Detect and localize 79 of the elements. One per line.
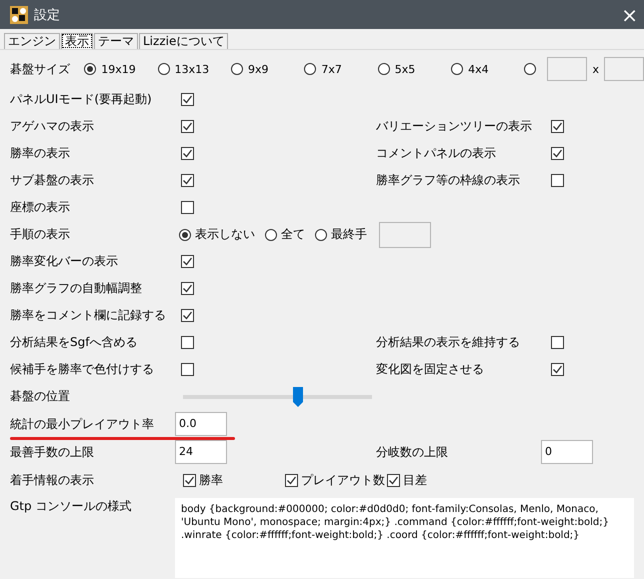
input-field[interactable] bbox=[379, 222, 431, 248]
checkbox[interactable] bbox=[551, 147, 564, 160]
checkbox[interactable] bbox=[551, 363, 564, 376]
setting-label: 勝率の表示 bbox=[10, 145, 70, 162]
option-label: 最終手 bbox=[331, 226, 367, 243]
option-label: 4x4 bbox=[468, 62, 489, 76]
checkbox[interactable] bbox=[181, 120, 194, 133]
checkbox[interactable] bbox=[551, 120, 564, 133]
input-field[interactable]: 0 bbox=[541, 440, 593, 464]
option-label: 5x5 bbox=[394, 62, 416, 76]
setting-label: 勝率グラフ等の枠線の表示 bbox=[376, 172, 520, 189]
close-button[interactable]: × bbox=[621, 4, 638, 24]
checkbox[interactable] bbox=[181, 201, 194, 214]
radio-button[interactable] bbox=[378, 63, 390, 75]
setting-label: アゲハマの表示 bbox=[10, 118, 94, 135]
checkbox[interactable] bbox=[183, 474, 196, 486]
input-field[interactable]: 0.0 bbox=[175, 412, 227, 436]
checkbox[interactable] bbox=[551, 174, 564, 187]
setting-label: 分析結果をSgfへ含める bbox=[10, 334, 138, 351]
option-label: 全て bbox=[281, 226, 305, 243]
tab[interactable]: Lizzieについて bbox=[139, 33, 228, 49]
setting-label: 統計の最小プレイアウト率 bbox=[10, 416, 154, 432]
checkbox[interactable] bbox=[181, 363, 194, 376]
text-area[interactable]: body {background:#000000; color:#d0d0d0; font-family:Consolas, Menlo, Monaco, 'Ubuntu Mono', monospace; margin:4px;} .command {color:#ffffff;font-weight:bold;} .winrate {color:#ffffff;font-weight:bold;} .coord {color:#ffffff;font-weight:bold;} bbox=[175, 498, 634, 578]
radio-button[interactable] bbox=[524, 63, 536, 75]
setting-label: サブ碁盤の表示 bbox=[10, 172, 94, 189]
setting-label: Gtp コンソールの様式 bbox=[10, 498, 132, 515]
checkbox[interactable] bbox=[181, 255, 194, 268]
tab[interactable]: エンジン bbox=[4, 33, 60, 49]
setting-label: 碁盤サイズ bbox=[10, 60, 71, 78]
radio-button[interactable] bbox=[451, 63, 464, 75]
setting-label: 最善手数の上限 bbox=[10, 444, 94, 460]
checkbox[interactable] bbox=[181, 93, 194, 106]
setting-label: 勝率変化バーの表示 bbox=[10, 253, 118, 270]
setting-label: 着手情報の表示 bbox=[10, 472, 94, 488]
setting-label: バリエーションツリーの表示 bbox=[376, 118, 532, 135]
size-field[interactable] bbox=[604, 57, 644, 81]
checkbox[interactable] bbox=[181, 147, 194, 160]
tab[interactable]: 表示 bbox=[61, 33, 93, 49]
app-icon bbox=[10, 6, 28, 24]
setting-label: 勝率グラフの自動幅調整 bbox=[10, 280, 142, 297]
setting-label: 分岐数の上限 bbox=[376, 444, 448, 460]
option-label: 19x19 bbox=[101, 62, 136, 76]
option-label: 表示しない bbox=[195, 226, 255, 243]
option-label: 9x9 bbox=[248, 62, 268, 76]
option-label: 7x7 bbox=[321, 62, 342, 76]
checkbox[interactable] bbox=[181, 309, 194, 322]
checkbox[interactable] bbox=[181, 174, 194, 187]
checkbox[interactable] bbox=[181, 282, 194, 295]
option-label: 目差 bbox=[403, 472, 427, 488]
tab[interactable]: テーマ bbox=[94, 33, 138, 49]
setting-label: 候補手を勝率で色付けする bbox=[10, 361, 154, 378]
radio-button[interactable] bbox=[304, 63, 316, 75]
radio-button[interactable] bbox=[265, 228, 277, 240]
size-field[interactable] bbox=[547, 57, 588, 81]
separator-label: x bbox=[592, 62, 599, 76]
input-field[interactable]: 24 bbox=[175, 440, 227, 464]
setting-label: 変化図を固定させる bbox=[376, 361, 484, 378]
setting-label: 碁盤の位置 bbox=[10, 388, 70, 405]
option-label: 13x13 bbox=[174, 62, 210, 76]
radio-button[interactable] bbox=[179, 228, 191, 240]
checkbox[interactable] bbox=[551, 336, 564, 349]
radio-button[interactable] bbox=[84, 63, 96, 75]
setting-label: パネルUIモード(要再起動) bbox=[10, 91, 152, 108]
setting-label: 分析結果の表示を維持する bbox=[376, 334, 520, 351]
setting-label: コメントパネルの表示 bbox=[376, 145, 496, 162]
setting-label: 手順の表示 bbox=[10, 226, 70, 243]
window-title: 設定 bbox=[34, 6, 61, 24]
option-label: 勝率 bbox=[199, 472, 223, 488]
option-label: プレイアウト数 bbox=[301, 472, 385, 488]
setting-label: 勝率をコメント欄に記録する bbox=[10, 307, 166, 324]
checkbox[interactable] bbox=[387, 474, 400, 486]
radio-button[interactable] bbox=[230, 63, 243, 75]
checkbox[interactable] bbox=[181, 336, 194, 349]
setting-label: 座標の表示 bbox=[10, 199, 70, 216]
checkbox[interactable] bbox=[285, 474, 298, 486]
radio-button[interactable] bbox=[315, 228, 327, 240]
radio-button[interactable] bbox=[158, 63, 170, 75]
slider-thumb[interactable] bbox=[293, 386, 304, 406]
